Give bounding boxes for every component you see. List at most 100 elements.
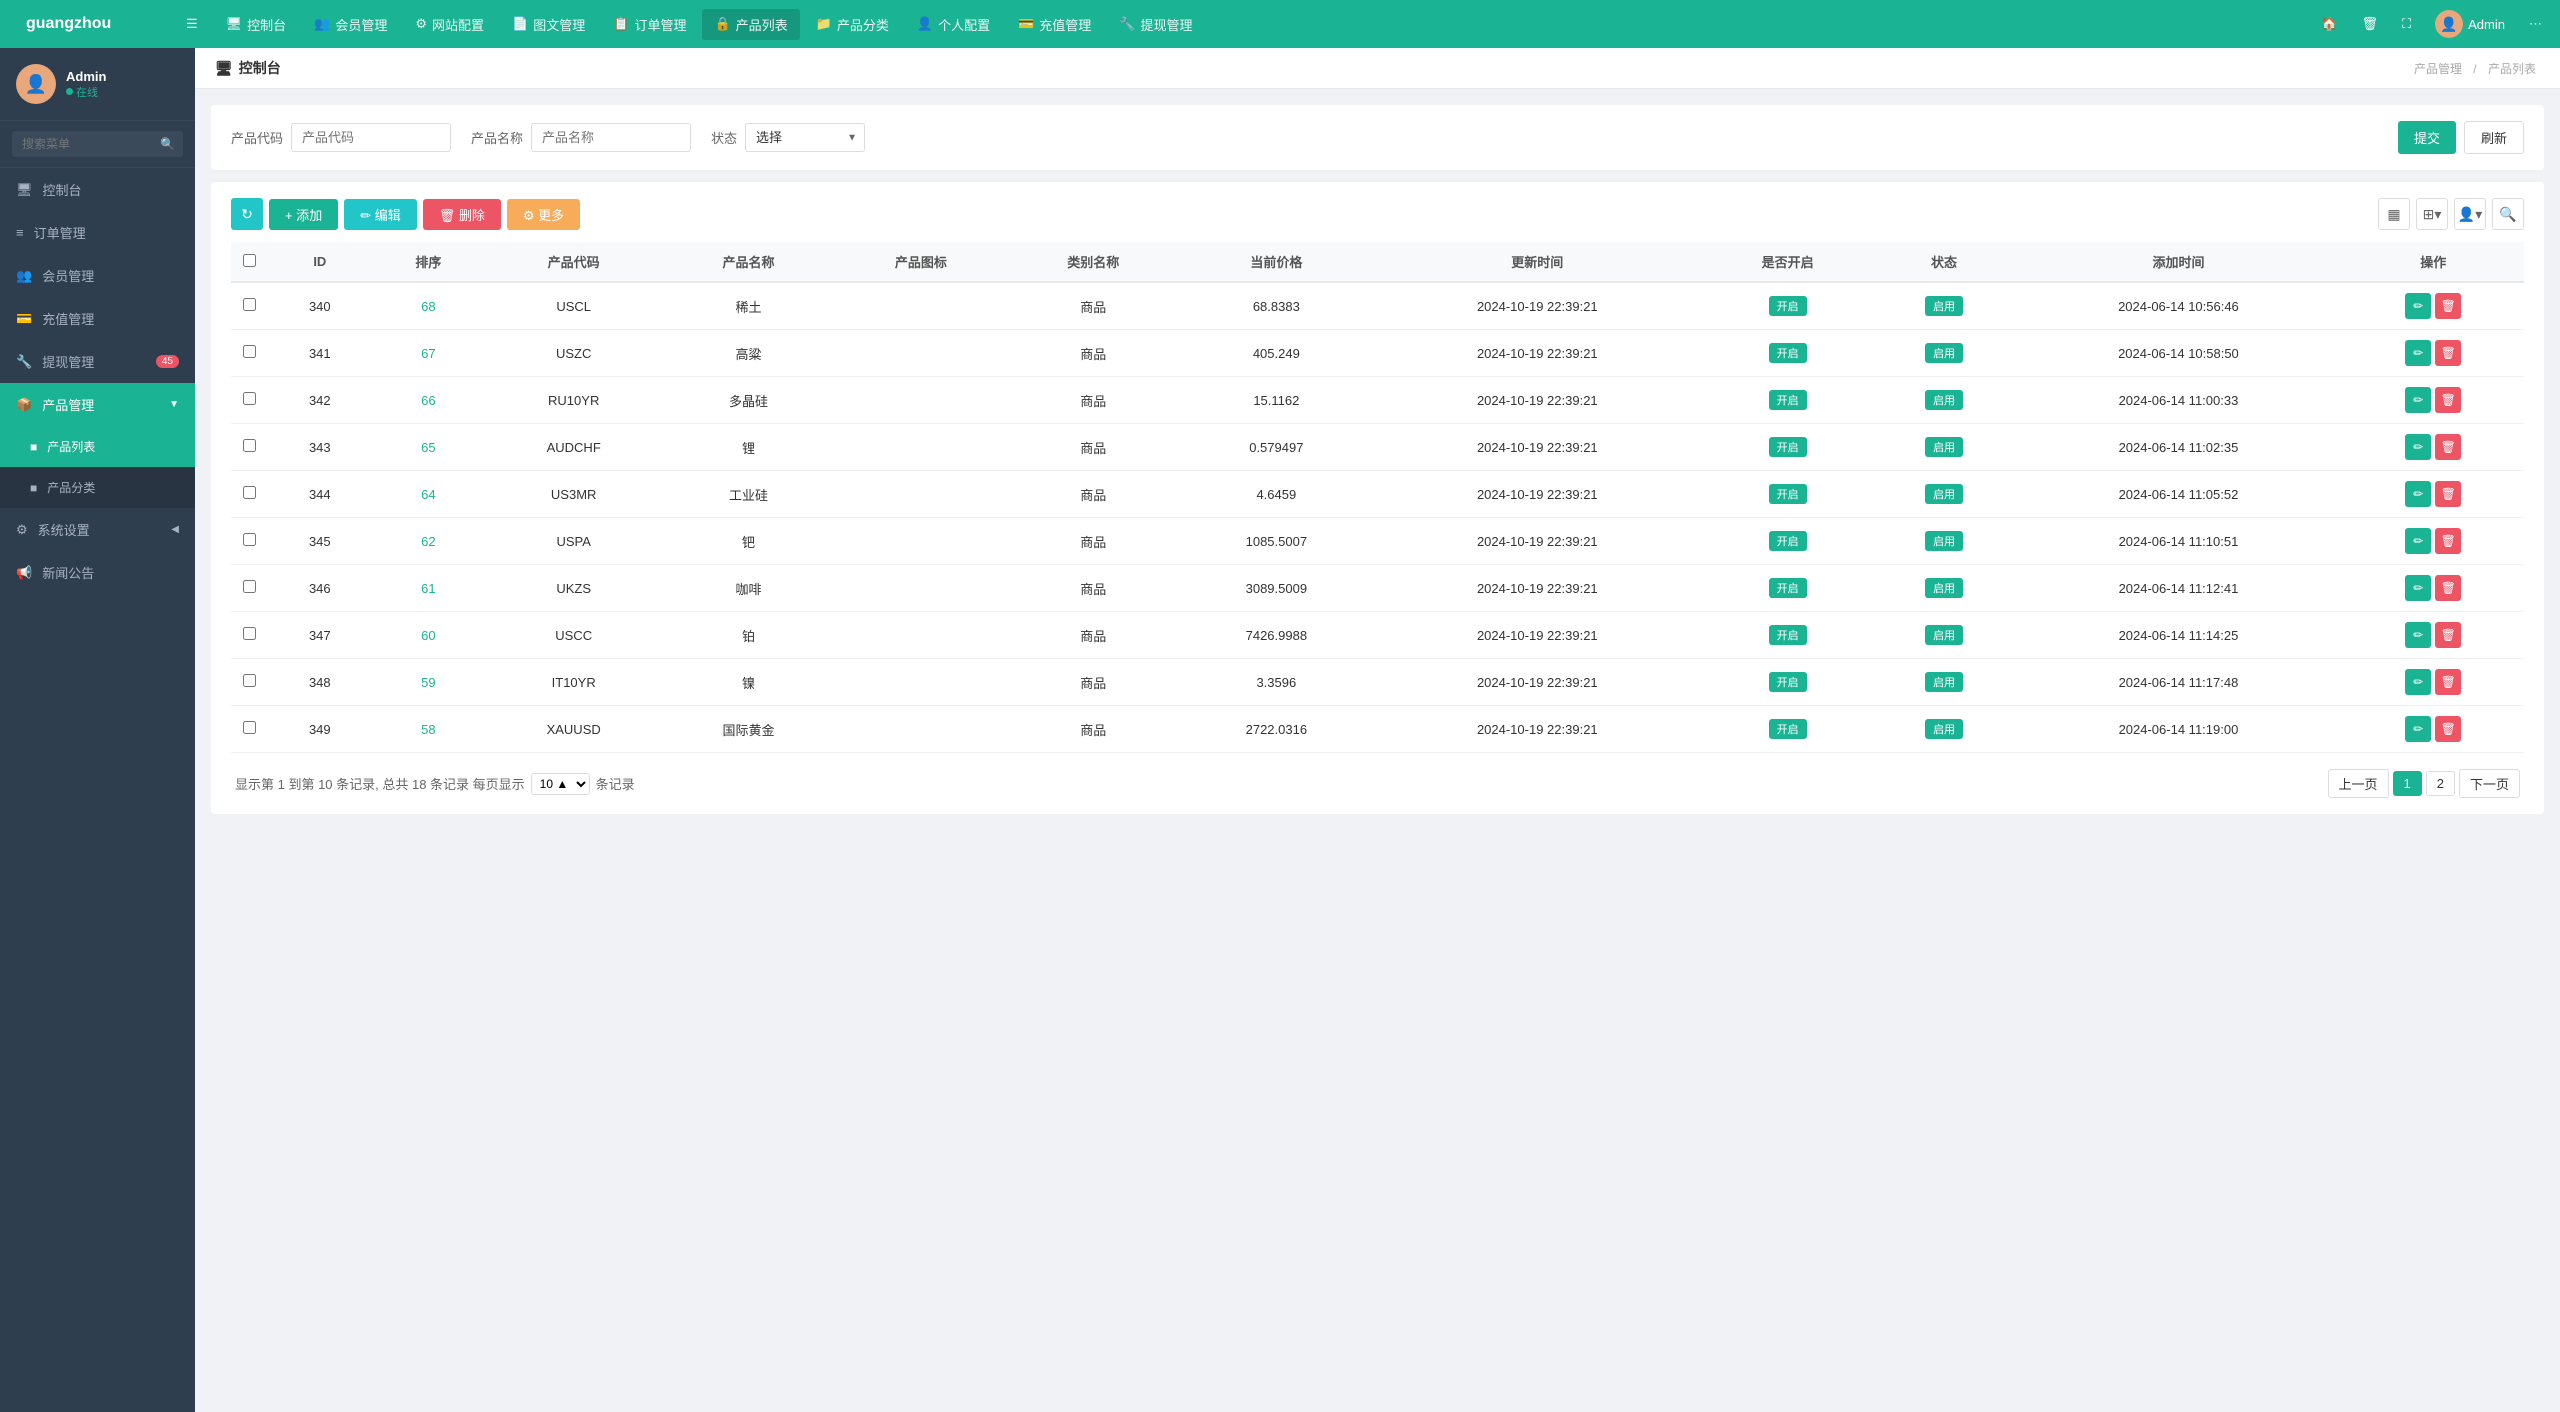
cell-sort[interactable]: 65 — [372, 424, 485, 471]
sidebar-item-system[interactable]: ⚙ 系统设置 ◀ — [0, 508, 195, 551]
columns-button[interactable]: ⊞▾ — [2416, 198, 2448, 230]
cell-sort[interactable]: 62 — [372, 518, 485, 565]
row-checkbox-8[interactable] — [243, 674, 256, 687]
row-checkbox-1[interactable] — [243, 345, 256, 358]
search-table-button[interactable]: 🔍 — [2492, 198, 2524, 230]
cell-sort[interactable]: 68 — [372, 282, 485, 330]
products-icon: 🔒 — [714, 16, 730, 32]
admin-name: Admin — [2468, 17, 2505, 32]
sidebar-item-dashboard[interactable]: 🖥 控制台 — [0, 168, 195, 211]
top-nav-right: 🏠 🗑 ⛶ 👤 Admin ⋯ — [2313, 6, 2550, 42]
cell-code: USZC — [485, 330, 662, 377]
sidebar-item-products[interactable]: 📦 产品管理 ▼ — [0, 383, 195, 426]
row-checkbox-2[interactable] — [243, 392, 256, 405]
nav-recharge[interactable]: 💳 充值管理 — [1006, 9, 1103, 40]
sidebar-item-news[interactable]: 📢 新闻公告 — [0, 551, 195, 594]
edit-button[interactable]: ✏ 编辑 — [344, 199, 417, 230]
delete-row-button-6[interactable]: 🗑 — [2435, 575, 2461, 601]
grid-view-button[interactable]: ▦ — [2378, 198, 2410, 230]
sidebar-item-product-category[interactable]: ■ 产品分类 — [0, 467, 195, 508]
sidebar-item-members[interactable]: 👥 会员管理 — [0, 254, 195, 297]
page-2-button[interactable]: 2 — [2426, 771, 2455, 796]
cell-sort[interactable]: 61 — [372, 565, 485, 612]
delete-row-button-3[interactable]: 🗑 — [2435, 434, 2461, 460]
cell-sort[interactable]: 66 — [372, 377, 485, 424]
submit-button[interactable]: 提交 — [2398, 121, 2456, 154]
delete-button[interactable]: 🗑 删除 — [423, 199, 501, 230]
products-icon: 📦 — [16, 397, 32, 413]
col-icon: 产品图标 — [835, 242, 1007, 282]
nav-site-config[interactable]: ⚙ 网站配置 — [403, 9, 496, 40]
edit-row-button-2[interactable]: ✏ — [2405, 387, 2431, 413]
row-checkbox-5[interactable] — [243, 533, 256, 546]
sidebar-item-withdraw[interactable]: 🔧 提现管理 45 — [0, 340, 195, 383]
edit-row-button-4[interactable]: ✏ — [2405, 481, 2431, 507]
status-select[interactable]: 选择 — [745, 123, 865, 152]
delete-row-button-5[interactable]: 🗑 — [2435, 528, 2461, 554]
more-button[interactable]: ⚙ 更多 — [507, 199, 580, 230]
delete-row-button-1[interactable]: 🗑 — [2435, 340, 2461, 366]
prev-page-button[interactable]: 上一页 — [2328, 769, 2389, 798]
cell-sort[interactable]: 64 — [372, 471, 485, 518]
admin-avatar[interactable]: 👤 Admin — [2427, 6, 2513, 42]
edit-row-button-8[interactable]: ✏ — [2405, 669, 2431, 695]
row-checkbox-3[interactable] — [243, 439, 256, 452]
cell-add-time: 2024-06-14 11:12:41 — [2014, 565, 2342, 612]
trash-icon-btn[interactable]: 🗑 — [2354, 12, 2387, 36]
col-update-time: 更新时间 — [1373, 242, 1701, 282]
edit-row-button-5[interactable]: ✏ — [2405, 528, 2431, 554]
home-icon-btn[interactable]: 🏠 — [2313, 12, 2345, 36]
nav-orders[interactable]: 📋 订单管理 — [601, 9, 698, 40]
nav-toggle[interactable]: ☰ — [174, 10, 210, 38]
sidebar-item-product-list[interactable]: ■ 产品列表 — [0, 426, 195, 467]
delete-row-button-0[interactable]: 🗑 — [2435, 293, 2461, 319]
cell-sort[interactable]: 58 — [372, 706, 485, 753]
nav-console[interactable]: 🖥 控制台 — [214, 9, 299, 40]
delete-row-button-7[interactable]: 🗑 — [2435, 622, 2461, 648]
category-icon: 📁 — [816, 16, 832, 32]
system-icon: ⚙ — [16, 522, 28, 538]
refresh-filter-button[interactable]: 刷新 — [2464, 121, 2524, 154]
expand-icon-btn[interactable]: ⛶ — [2394, 12, 2419, 36]
search-input[interactable] — [12, 131, 183, 157]
row-checkbox-7[interactable] — [243, 627, 256, 640]
select-all-checkbox[interactable] — [243, 254, 256, 267]
cell-name: 高粱 — [662, 330, 834, 377]
nav-members[interactable]: 👥 会员管理 — [302, 9, 399, 40]
edit-row-button-0[interactable]: ✏ — [2405, 293, 2431, 319]
cell-sort[interactable]: 67 — [372, 330, 485, 377]
nav-product-category[interactable]: 📁 产品分类 — [804, 9, 901, 40]
edit-row-button-6[interactable]: ✏ — [2405, 575, 2431, 601]
filter-code: 产品代码 — [231, 123, 451, 152]
nav-personal[interactable]: 👤 个人配置 — [905, 9, 1002, 40]
add-button[interactable]: + 添加 — [269, 199, 338, 230]
page-1-button[interactable]: 1 — [2393, 771, 2422, 796]
cell-sort[interactable]: 60 — [372, 612, 485, 659]
refresh-button[interactable]: ↻ — [231, 198, 263, 230]
nav-products[interactable]: 🔒 产品列表 — [702, 9, 799, 40]
nav-withdraw[interactable]: 🔧 提现管理 — [1107, 9, 1204, 40]
edit-row-button-7[interactable]: ✏ — [2405, 622, 2431, 648]
delete-row-button-8[interactable]: 🗑 — [2435, 669, 2461, 695]
row-checkbox-9[interactable] — [243, 721, 256, 734]
row-checkbox-6[interactable] — [243, 580, 256, 593]
sidebar-item-orders[interactable]: ≡ 订单管理 — [0, 211, 195, 254]
row-checkbox-4[interactable] — [243, 486, 256, 499]
product-name-input[interactable] — [531, 123, 691, 152]
user-cols-button[interactable]: 👤▾ — [2454, 198, 2486, 230]
cell-code: USPA — [485, 518, 662, 565]
settings-icon-btn[interactable]: ⋯ — [2521, 12, 2550, 36]
delete-row-button-2[interactable]: 🗑 — [2435, 387, 2461, 413]
product-code-input[interactable] — [291, 123, 451, 152]
row-checkbox-0[interactable] — [243, 298, 256, 311]
delete-row-button-4[interactable]: 🗑 — [2435, 481, 2461, 507]
cell-sort[interactable]: 59 — [372, 659, 485, 706]
sidebar-item-recharge[interactable]: 💳 充值管理 — [0, 297, 195, 340]
edit-row-button-9[interactable]: ✏ — [2405, 716, 2431, 742]
delete-row-button-9[interactable]: 🗑 — [2435, 716, 2461, 742]
next-page-button[interactable]: 下一页 — [2459, 769, 2520, 798]
per-page-select[interactable]: 10 ▲ — [531, 773, 590, 795]
nav-content[interactable]: 📄 图文管理 — [500, 9, 597, 40]
edit-row-button-1[interactable]: ✏ — [2405, 340, 2431, 366]
edit-row-button-3[interactable]: ✏ — [2405, 434, 2431, 460]
